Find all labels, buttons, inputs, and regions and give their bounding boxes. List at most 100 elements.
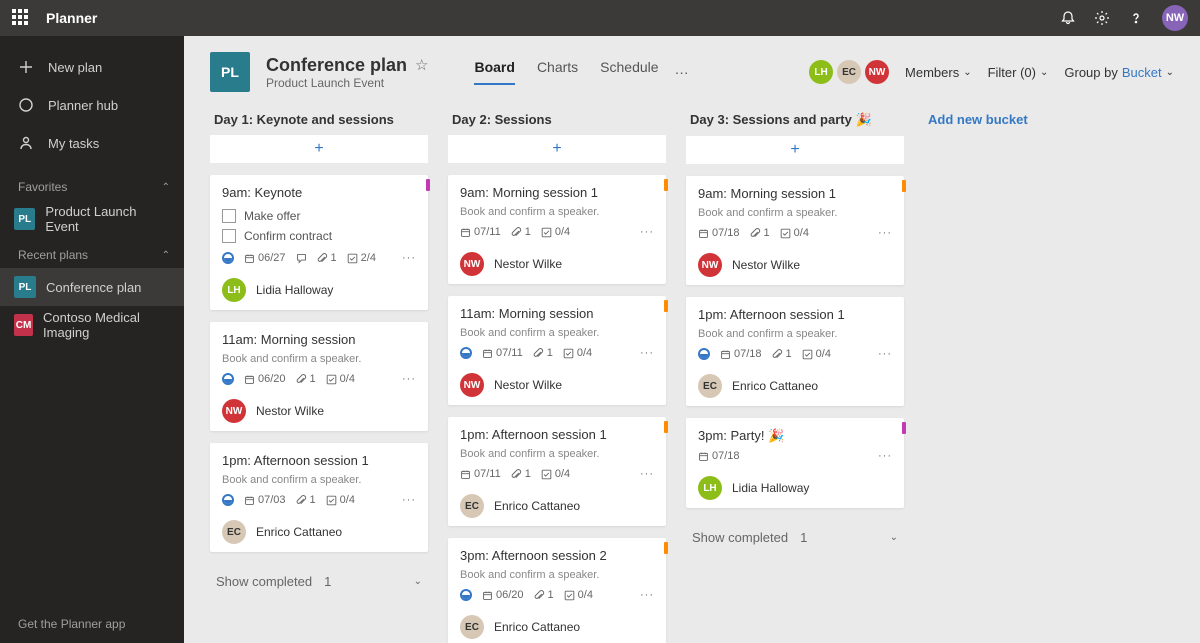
due-date: 06/20 [482, 589, 524, 601]
task-title: 9am: Morning session 1 [460, 185, 654, 200]
recent-header[interactable]: Recent plans ⌃ [0, 238, 184, 268]
bucket: Day 1: Keynote and sessions+9am: Keynote… [210, 106, 428, 599]
task-more-icon[interactable]: ··· [640, 589, 654, 601]
task-meta: 07/03 1 0/4··· [222, 494, 416, 506]
bucket-title[interactable]: Day 2: Sessions [448, 106, 666, 135]
task-card[interactable]: 11am: Morning sessionBook and confirm a … [210, 322, 428, 431]
task-more-icon[interactable]: ··· [878, 450, 892, 462]
checkbox-icon[interactable] [222, 229, 236, 243]
task-assignee[interactable]: ECEnrico Cattaneo [448, 488, 666, 526]
plan-name: Contoso Medical Imaging [43, 310, 170, 340]
chevron-down-icon: ⌄ [890, 532, 898, 543]
task-assignee[interactable]: NWNestor Wilke [210, 393, 428, 431]
task-more-icon[interactable]: ··· [640, 468, 654, 480]
get-app-link[interactable]: Get the Planner app [0, 605, 184, 643]
task-more-icon[interactable]: ··· [640, 226, 654, 238]
chevron-down-icon: ⌄ [1040, 67, 1048, 78]
checklist-progress: 0/4 [780, 227, 809, 239]
show-completed-toggle[interactable]: Show completed1⌄ [210, 564, 428, 599]
task-description: Book and confirm a speaker. [698, 328, 892, 340]
due-date: 06/27 [244, 252, 286, 264]
filter-dropdown[interactable]: Filter (0) ⌄ [988, 65, 1049, 80]
favorite-star-icon[interactable]: ☆ [415, 56, 428, 74]
assignee-name: Enrico Cattaneo [732, 379, 818, 393]
more-menu-icon[interactable]: ··· [675, 64, 689, 80]
user-avatar[interactable]: NW [1162, 5, 1188, 31]
member-avatar[interactable]: LH [809, 60, 833, 84]
task-more-icon[interactable]: ··· [640, 347, 654, 359]
task-card[interactable]: 3pm: Party! 🎉 07/18···LHLidia Halloway [686, 418, 904, 508]
add-bucket-button[interactable]: Add new bucket [924, 106, 1142, 133]
sidebar-item-planner-hub[interactable]: Planner hub [0, 86, 184, 124]
sidebar-plan-conference-plan[interactable]: PLConference plan [0, 268, 184, 306]
show-completed-toggle[interactable]: Show completed1⌄ [686, 520, 904, 555]
add-task-button[interactable]: + [448, 135, 666, 163]
sidebar-label: Planner hub [48, 98, 118, 113]
help-icon[interactable] [1128, 10, 1144, 26]
settings-icon[interactable] [1094, 10, 1110, 26]
checklist-item[interactable]: Confirm contract [222, 226, 416, 246]
chevron-down-icon: ⌄ [414, 576, 422, 587]
completed-count: 1 [324, 574, 331, 589]
group-by-value: Bucket [1122, 65, 1162, 80]
add-task-button[interactable]: + [686, 136, 904, 164]
checklist-item[interactable]: Make offer [222, 206, 416, 226]
task-assignee[interactable]: ECEnrico Cattaneo [686, 368, 904, 406]
member-avatar[interactable]: NW [865, 60, 889, 84]
bucket: Day 2: Sessions+9am: Morning session 1Bo… [448, 106, 666, 643]
assignee-avatar: LH [698, 476, 722, 500]
add-task-button[interactable]: + [210, 135, 428, 163]
assignee-avatar: NW [222, 399, 246, 423]
task-assignee[interactable]: NWNestor Wilke [448, 246, 666, 284]
progress-icon [222, 252, 234, 264]
task-card[interactable]: 11am: Morning sessionBook and confirm a … [448, 296, 666, 405]
task-more-icon[interactable]: ··· [402, 494, 416, 506]
checklist-progress: 2/4 [347, 252, 376, 264]
app-launcher-icon[interactable] [12, 9, 30, 27]
task-more-icon[interactable]: ··· [878, 227, 892, 239]
checklist-progress: 0/4 [564, 589, 593, 601]
bucket-title[interactable]: Day 1: Keynote and sessions [210, 106, 428, 135]
task-card[interactable]: 9am: KeynoteMake offerConfirm contract 0… [210, 175, 428, 310]
task-card[interactable]: 9am: Morning session 1Book and confirm a… [686, 176, 904, 285]
sidebar-plan-product-launch-event[interactable]: PLProduct Launch Event [0, 200, 184, 238]
task-assignee[interactable]: NWNestor Wilke [448, 367, 666, 405]
task-assignee[interactable]: ECEnrico Cattaneo [448, 609, 666, 643]
task-card[interactable]: 9am: Morning session 1Book and confirm a… [448, 175, 666, 284]
task-more-icon[interactable]: ··· [878, 348, 892, 360]
sidebar-plan-contoso-medical-imaging[interactable]: CMContoso Medical Imaging [0, 306, 184, 344]
chevron-up-icon: ⌃ [162, 250, 170, 261]
task-card[interactable]: 1pm: Afternoon session 1Book and confirm… [448, 417, 666, 526]
task-card[interactable]: 3pm: Afternoon session 2Book and confirm… [448, 538, 666, 643]
chevron-down-icon: ⌄ [1166, 67, 1174, 78]
group-by-dropdown[interactable]: Group by Bucket ⌄ [1064, 65, 1174, 80]
notifications-icon[interactable] [1060, 10, 1076, 26]
attachments-count: 1 [511, 226, 531, 238]
task-assignee[interactable]: LHLidia Halloway [686, 470, 904, 508]
task-card[interactable]: 1pm: Afternoon session 1Book and confirm… [686, 297, 904, 406]
checklist-label: Make offer [244, 209, 300, 223]
tab-schedule[interactable]: Schedule [600, 59, 658, 85]
task-assignee[interactable]: LHLidia Halloway [210, 272, 428, 310]
task-assignee[interactable]: NWNestor Wilke [686, 247, 904, 285]
favorites-header[interactable]: Favorites ⌃ [0, 170, 184, 200]
sidebar-item-new-plan[interactable]: New plan [0, 48, 184, 86]
due-date: 07/11 [460, 468, 501, 480]
members-dropdown[interactable]: Members ⌄ [905, 65, 972, 80]
bucket-title[interactable]: Day 3: Sessions and party 🎉 [686, 106, 904, 136]
plan-subtitle: Product Launch Event [266, 76, 428, 90]
task-more-icon[interactable]: ··· [402, 252, 416, 264]
task-assignee[interactable]: ECEnrico Cattaneo [210, 514, 428, 552]
task-more-icon[interactable]: ··· [402, 373, 416, 385]
member-avatar[interactable]: EC [837, 60, 861, 84]
checkbox-icon[interactable] [222, 209, 236, 223]
tab-charts[interactable]: Charts [537, 59, 578, 85]
assignee-avatar: EC [222, 520, 246, 544]
task-title: 11am: Morning session [222, 332, 416, 347]
task-description: Book and confirm a speaker. [222, 474, 416, 486]
due-date: 07/18 [720, 348, 762, 360]
sidebar-item-my-tasks[interactable]: My tasks [0, 124, 184, 162]
tab-board[interactable]: Board [474, 59, 514, 85]
task-card[interactable]: 1pm: Afternoon session 1Book and confirm… [210, 443, 428, 552]
assignee-avatar: LH [222, 278, 246, 302]
